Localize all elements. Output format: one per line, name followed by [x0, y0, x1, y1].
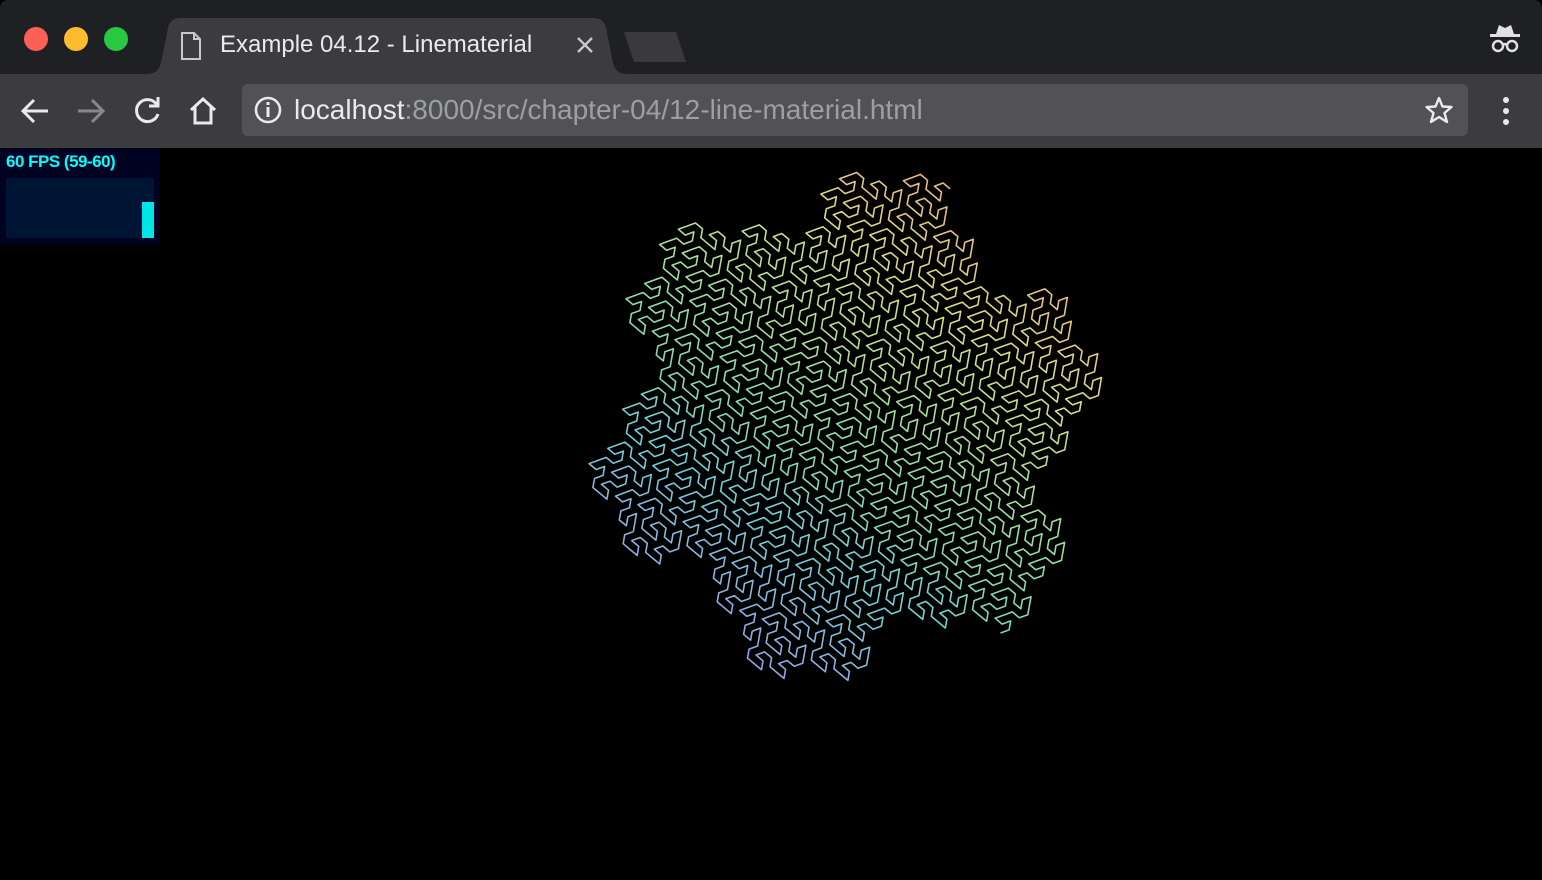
tab-title: Example 04.12 - Linematerial — [220, 31, 533, 58]
reload-icon[interactable] — [130, 94, 164, 128]
url-host: localhost — [294, 94, 405, 125]
zoom-window-button[interactable] — [104, 27, 128, 51]
stats-panel[interactable]: 60 FPS (59-60) — [0, 148, 160, 244]
star-icon[interactable] — [1424, 96, 1454, 124]
url-path: :8000/src/chapter-04/12-line-material.ht… — [404, 94, 923, 125]
tab-active[interactable]: Example 04.12 - Linematerial — [146, 18, 628, 74]
fps-bar — [142, 202, 154, 238]
minimize-window-button[interactable] — [64, 27, 88, 51]
close-window-button[interactable] — [24, 27, 48, 51]
browser-window: Example 04.12 - Linematerial localhost:8… — [0, 0, 1542, 880]
home-icon[interactable] — [186, 94, 220, 128]
fps-label: 60 FPS (59-60) — [6, 152, 116, 171]
arrow-right-icon[interactable] — [74, 94, 108, 128]
webgl-viewport[interactable]: 60 FPS (59-60) — [0, 148, 1542, 880]
address-bar[interactable]: localhost:8000/src/chapter-04/12-line-ma… — [242, 84, 1468, 136]
toolbar: localhost:8000/src/chapter-04/12-line-ma… — [0, 74, 1542, 149]
tab-strip: Example 04.12 - Linematerial — [0, 0, 1542, 74]
close-icon[interactable] — [574, 34, 596, 56]
gosper-curve — [588, 171, 1103, 682]
vertical-ellipsis-icon[interactable] — [1492, 94, 1520, 128]
arrow-left-icon[interactable] — [18, 94, 52, 128]
page-icon — [181, 32, 201, 60]
new-tab-button[interactable] — [620, 32, 688, 64]
fps-graph — [6, 178, 154, 238]
url-text[interactable]: localhost:8000/src/chapter-04/12-line-ma… — [294, 95, 923, 125]
incognito-icon — [1490, 25, 1520, 53]
info-icon[interactable] — [254, 96, 282, 124]
